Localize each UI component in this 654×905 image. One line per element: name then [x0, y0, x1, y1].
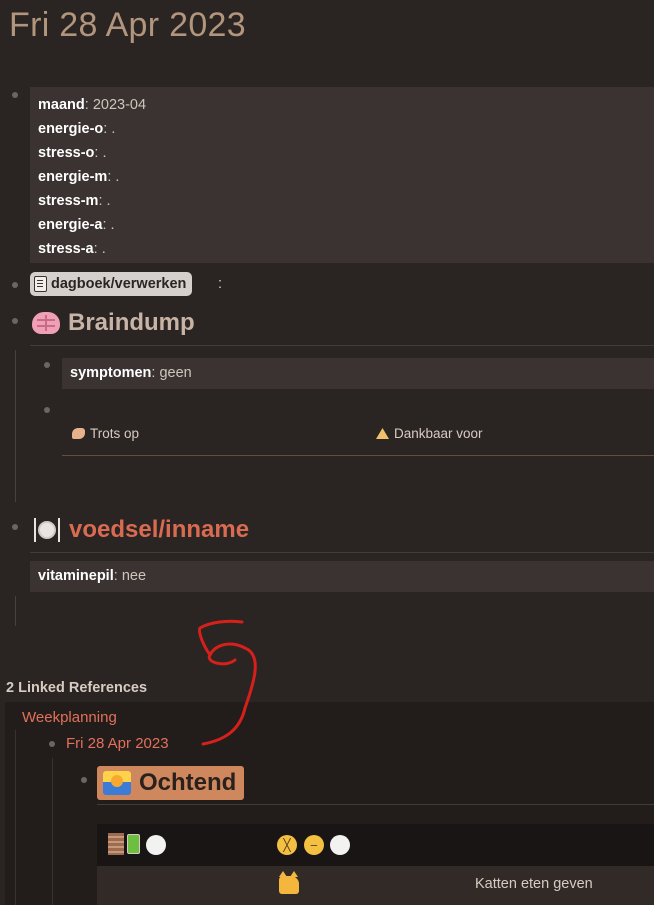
task-label: Katten eten geven	[475, 876, 593, 892]
property-key: maand	[38, 97, 85, 113]
page-link-weekplanning[interactable]: Weekplanning	[22, 709, 117, 726]
confounded-face-icon: ╳	[277, 835, 297, 855]
property-key: vitaminepil	[38, 568, 114, 584]
plate-cutlery-icon	[34, 517, 60, 543]
property-value: .	[111, 121, 116, 137]
property-row[interactable]: stress-o: .	[38, 141, 646, 165]
tag-label: dagboek/verwerken	[51, 276, 187, 292]
braindump-heading[interactable]: Braindump	[68, 309, 195, 337]
property-key: energie-o	[38, 121, 104, 137]
property-key: energie-a	[38, 217, 103, 233]
linked-references-count[interactable]: 2 Linked References	[6, 680, 147, 696]
property-value: .	[106, 193, 111, 209]
children-guide-line	[15, 350, 16, 502]
bullet[interactable]	[12, 318, 18, 324]
pensive-face-icon: ‒	[304, 835, 324, 855]
property-key: stress-a	[38, 241, 94, 257]
property-value: .	[101, 241, 106, 257]
property-row[interactable]: energie-o: .	[38, 117, 646, 141]
property-key: energie-m	[38, 169, 108, 185]
property-row[interactable]: stress-a: .	[38, 237, 646, 261]
bullet[interactable]	[12, 92, 18, 98]
tag-dagboek-verwerken[interactable]: dagboek/verwerken	[30, 272, 193, 296]
children-guide-line	[15, 730, 16, 905]
bullet[interactable]	[44, 362, 50, 368]
bullet[interactable]	[44, 407, 50, 413]
property-row[interactable]: stress-m: .	[38, 189, 646, 213]
property-key: stress-o	[38, 145, 95, 161]
bullet[interactable]	[12, 282, 18, 288]
white-circle-icon	[146, 835, 166, 855]
page-title: Fri 28 Apr 2023	[9, 6, 246, 44]
property-value: .	[115, 169, 120, 185]
property-row[interactable]: energie-a: .	[38, 213, 646, 237]
tag-suffix: :	[218, 276, 223, 292]
property-value: geen	[159, 365, 192, 381]
heading-divider	[97, 804, 654, 805]
property-value: 2023-04	[92, 97, 147, 113]
column-label: Trots op	[90, 426, 140, 441]
properties-block[interactable]: maand: 2023-04 energie-o: . stress-o: . ene…	[30, 87, 654, 263]
folded-hands-icon	[376, 428, 389, 439]
brain-icon	[32, 312, 60, 334]
children-guide-line	[15, 596, 16, 626]
table-divider	[62, 455, 654, 456]
property-key: symptomen	[70, 365, 152, 381]
property-row[interactable]: energie-m: .	[38, 165, 646, 189]
heading-divider	[30, 345, 654, 346]
property-value: nee	[121, 568, 147, 584]
property-key: stress-m	[38, 193, 99, 209]
status-row[interactable]	[97, 824, 654, 866]
ochtend-label: Ochtend	[139, 769, 237, 796]
bullet[interactable]	[81, 777, 87, 783]
bullet[interactable]	[49, 741, 55, 747]
property-value: .	[102, 145, 107, 161]
property-value: .	[110, 217, 115, 233]
heading-divider	[30, 552, 654, 553]
ochtend-heading[interactable]: Ochtend	[97, 766, 245, 800]
bricks-icon	[108, 833, 124, 855]
battery-icon	[127, 834, 140, 854]
children-guide-line	[52, 758, 53, 905]
voedsel-heading[interactable]: voedsel/inname	[69, 516, 249, 544]
bullet[interactable]	[12, 524, 18, 530]
flexed-biceps-icon	[72, 428, 85, 439]
column-dankbaar-voor[interactable]: Dankbaar voor	[376, 426, 483, 441]
column-label: Dankbaar voor	[394, 426, 483, 441]
sunrise-icon	[103, 771, 131, 795]
notebook-icon	[34, 276, 47, 292]
symptomen-property[interactable]: symptomen: geen	[62, 358, 654, 389]
column-trots-op[interactable]: Trots op	[72, 426, 139, 441]
white-circle-icon	[330, 835, 350, 855]
vitaminepil-property[interactable]: vitaminepil: nee	[30, 561, 654, 592]
cat-icon	[279, 871, 299, 894]
property-row[interactable]: maand: 2023-04	[38, 93, 646, 117]
page-link-date[interactable]: Fri 28 Apr 2023	[66, 735, 169, 752]
